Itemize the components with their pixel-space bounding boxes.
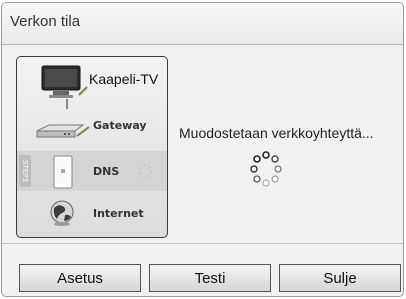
step-dns: STEP3 DNS bbox=[17, 151, 167, 191]
step-cable-tv: Kaapeli-TV bbox=[17, 61, 167, 101]
globe-icon bbox=[50, 200, 74, 226]
step-gateway: Gateway bbox=[17, 109, 167, 149]
step-label-gateway: Gateway bbox=[93, 119, 147, 132]
dialog-title: Verkon tila bbox=[10, 13, 81, 30]
connection-steps-panel: Kaapeli-TV Gateway STEP3 DNS Internet bbox=[16, 56, 168, 238]
test-button[interactable]: Testi bbox=[149, 264, 271, 292]
step-label-dns: DNS bbox=[93, 165, 120, 178]
status-message: Muodostetaan verkkoyhteyttä... bbox=[179, 125, 374, 141]
dns-icon bbox=[53, 155, 73, 189]
title-bar: Verkon tila bbox=[2, 3, 403, 45]
step-internet: Internet bbox=[17, 193, 167, 233]
gateway-icon bbox=[36, 124, 90, 138]
connector-line bbox=[66, 99, 68, 109]
divider bbox=[2, 243, 403, 244]
step-badge: STEP3 bbox=[19, 155, 31, 187]
step-label-internet: Internet bbox=[93, 207, 144, 220]
step-label-cable-tv: Kaapeli-TV bbox=[89, 71, 159, 87]
settings-button[interactable]: Asetus bbox=[19, 264, 141, 292]
network-status-dialog: Verkon tila Kaapeli-TV Gateway STEP3 DNS… bbox=[1, 2, 404, 297]
loading-spinner-icon bbox=[250, 151, 282, 187]
step-loading-icon bbox=[138, 163, 153, 179]
tv-icon bbox=[41, 65, 88, 98]
close-button[interactable]: Sulje bbox=[279, 264, 401, 292]
